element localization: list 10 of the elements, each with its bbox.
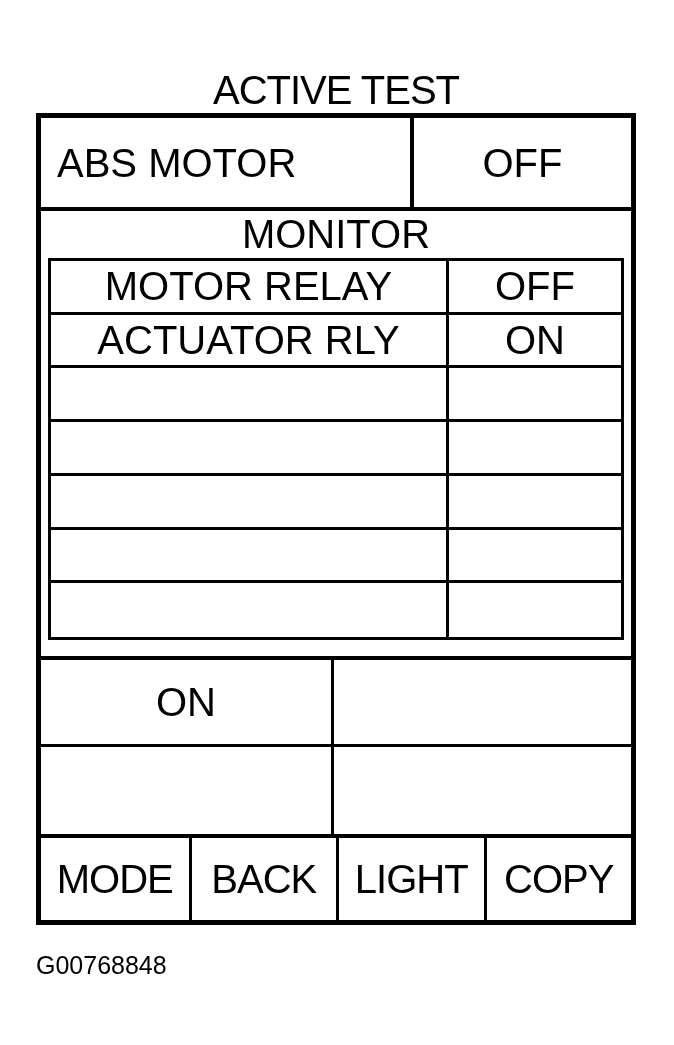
screen-title: ACTIVE TEST	[212, 70, 460, 110]
monitor-heading: MONITOR	[241, 214, 431, 254]
monitor-item-label: MOTOR RELAY	[104, 266, 393, 307]
test-item-label: ABS MOTOR	[57, 142, 297, 183]
figure-code: G00768848	[36, 951, 167, 979]
monitor-item-label: ACTUATOR RLY	[97, 320, 400, 361]
monitor-item-value: ON	[505, 320, 565, 361]
status-value: ON	[156, 682, 216, 722]
monitor-item-value: OFF	[495, 266, 575, 307]
test-item-value: OFF	[482, 142, 563, 183]
